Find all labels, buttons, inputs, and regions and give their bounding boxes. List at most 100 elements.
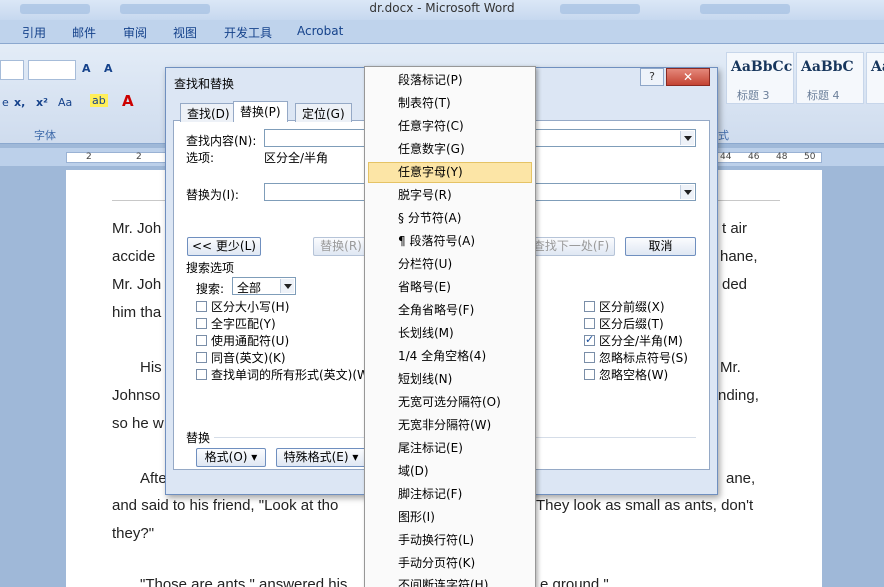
menu-item-graphic[interactable]: 图形(I) <box>368 507 532 528</box>
menu-item-caret[interactable]: 脱字号(R) <box>368 185 532 206</box>
document-line: "Those are ants," answered his <box>140 576 348 587</box>
style-sample: AaBbC <box>801 59 854 75</box>
menu-item-full-width-ellipsis[interactable]: 全角省略号(F) <box>368 300 532 321</box>
wildcards-checkbox[interactable] <box>196 335 207 346</box>
menu-item-any-character[interactable]: 任意字符(C) <box>368 116 532 137</box>
menu-item-quarter-em-space[interactable]: 1/4 全角空格(4) <box>368 346 532 367</box>
tab-view[interactable]: 视图 <box>173 24 197 41</box>
tab-references[interactable]: 引用 <box>22 24 46 41</box>
replace-button[interactable]: 替换(R) <box>313 237 369 256</box>
menu-item-em-dash[interactable]: 长划线(M) <box>368 323 532 344</box>
find-next-button[interactable]: 查找下一处(F) <box>527 237 615 256</box>
document-line: Mr. Joh <box>112 220 162 237</box>
menu-item-paragraph-character[interactable]: ¶ 段落符号(A) <box>368 231 532 252</box>
menu-item-column-break[interactable]: 分栏符(U) <box>368 254 532 275</box>
ignore-punctuation-checkbox[interactable] <box>584 352 595 363</box>
whole-word-label: 全字匹配(Y) <box>211 317 276 331</box>
match-suffix-label: 区分后缀(T) <box>599 317 664 331</box>
match-prefix-checkbox[interactable] <box>584 301 595 312</box>
shrink-font-button[interactable]: A <box>104 62 113 75</box>
replace-section-label: 替换 <box>186 431 211 445</box>
superscript-button[interactable]: x² <box>36 96 48 109</box>
tab-review[interactable]: 审阅 <box>123 24 147 41</box>
tab-developer[interactable]: 开发工具 <box>224 24 272 41</box>
document-line: so he w <box>112 415 164 432</box>
chevron-down-icon[interactable] <box>680 185 694 199</box>
style-group-label: 式 <box>718 129 729 142</box>
help-button[interactable]: ? <box>640 68 664 86</box>
match-suffix-checkbox[interactable] <box>584 318 595 329</box>
subscript-button[interactable]: x, <box>14 96 25 109</box>
menu-item-manual-line-break[interactable]: 手动换行符(L) <box>368 530 532 551</box>
match-case-label: 区分大小写(H) <box>211 300 290 314</box>
tab-mailings[interactable]: 邮件 <box>72 24 96 41</box>
menu-item-en-dash[interactable]: 短划线(N) <box>368 369 532 390</box>
style-name: 标题 4 <box>807 89 840 102</box>
font-color-icon[interactable]: A <box>122 92 134 110</box>
menu-item-field[interactable]: 域(D) <box>368 461 532 482</box>
ruler-number: 44 <box>720 152 732 162</box>
ignore-space-label: 忽略空格(W) <box>599 368 669 382</box>
grow-font-button[interactable]: A <box>82 62 91 75</box>
style-more[interactable]: Aa <box>866 52 884 104</box>
menu-item-ellipsis[interactable]: 省略号(E) <box>368 277 532 298</box>
tab-goto[interactable]: 定位(G) <box>295 103 352 122</box>
ignore-space-checkbox[interactable] <box>584 369 595 380</box>
document-line: accide <box>112 248 156 265</box>
sounds-like-checkbox[interactable] <box>196 352 207 363</box>
font-size-combo[interactable] <box>28 60 76 80</box>
menu-item-any-letter[interactable]: 任意字母(Y) <box>368 162 532 183</box>
tab-acrobat[interactable]: Acrobat <box>297 24 343 38</box>
search-direction-select[interactable]: 全部 <box>232 277 296 295</box>
all-word-forms-checkbox[interactable] <box>196 369 207 380</box>
ruler-number: 46 <box>748 152 760 162</box>
tab-find[interactable]: 查找(D) <box>180 103 237 122</box>
document-line: Mr. <box>720 359 741 376</box>
format-button[interactable]: 格式(O) ▾ <box>196 448 266 467</box>
document-line: they?" <box>112 525 155 542</box>
ignore-punctuation-label: 忽略标点符号(S) <box>599 351 688 365</box>
cancel-button[interactable]: 取消 <box>625 237 696 256</box>
style-sample: AaBbCc <box>731 59 793 75</box>
style-heading-3[interactable]: AaBbCc 标题 3 <box>726 52 794 104</box>
menu-item-paragraph-mark[interactable]: 段落标记(P) <box>368 70 532 91</box>
match-case-checkbox[interactable] <box>196 301 207 312</box>
sounds-like-label: 同音(英文)(K) <box>211 351 286 365</box>
ruler-number: 2 <box>136 152 142 162</box>
document-line: His <box>140 359 162 376</box>
match-width-checkbox[interactable] <box>584 333 595 346</box>
document-line: Afte <box>140 470 167 487</box>
style-sample: Aa <box>871 59 884 75</box>
whole-word-checkbox[interactable] <box>196 318 207 329</box>
menu-item-nonbreaking-hyphen[interactable]: 不间断连字符(H) <box>368 575 532 587</box>
close-button[interactable]: ✕ <box>666 68 710 86</box>
chevron-down-icon[interactable] <box>280 279 294 293</box>
menu-item-manual-page-break[interactable]: 手动分页符(K) <box>368 553 532 574</box>
menu-item-section-character[interactable]: § 分节符(A) <box>368 208 532 229</box>
match-prefix-label: 区分前缀(X) <box>599 300 665 314</box>
less-button[interactable]: << 更少(L) <box>187 237 261 256</box>
menu-item-any-digit[interactable]: 任意数字(G) <box>368 139 532 160</box>
highlight-icon[interactable]: ab <box>90 94 108 107</box>
font-name-combo[interactable] <box>0 60 24 80</box>
menu-item-tab[interactable]: 制表符(T) <box>368 93 532 114</box>
document-line: nding, <box>718 387 759 404</box>
style-name: 标题 3 <box>737 89 770 102</box>
menu-item-endnote-mark[interactable]: 尾注标记(E) <box>368 438 532 459</box>
document-line: Mr. Joh <box>112 276 162 293</box>
document-line: e ground " <box>540 576 609 587</box>
find-what-label: 查找内容(N): <box>186 134 257 148</box>
menu-item-footnote-mark[interactable]: 脚注标记(F) <box>368 484 532 505</box>
strikethrough-button[interactable]: e <box>2 96 9 109</box>
special-button[interactable]: 特殊格式(E) ▾ <box>276 448 366 467</box>
tab-replace[interactable]: 替换(P) <box>233 101 288 122</box>
chevron-down-icon[interactable] <box>680 131 694 145</box>
document-line: ded <box>722 276 748 293</box>
menu-item-no-width-non-break[interactable]: 无宽非分隔符(W) <box>368 415 532 436</box>
style-heading-4[interactable]: AaBbC 标题 4 <box>796 52 864 104</box>
menu-item-optional-break[interactable]: 无宽可选分隔符(O) <box>368 392 532 413</box>
change-case-button[interactable]: Aa <box>58 96 72 109</box>
options-value: 区分全/半角 <box>264 151 329 165</box>
options-label: 选项: <box>186 151 215 165</box>
all-word-forms-label: 查找单词的所有形式(英文)(W) <box>211 368 374 382</box>
